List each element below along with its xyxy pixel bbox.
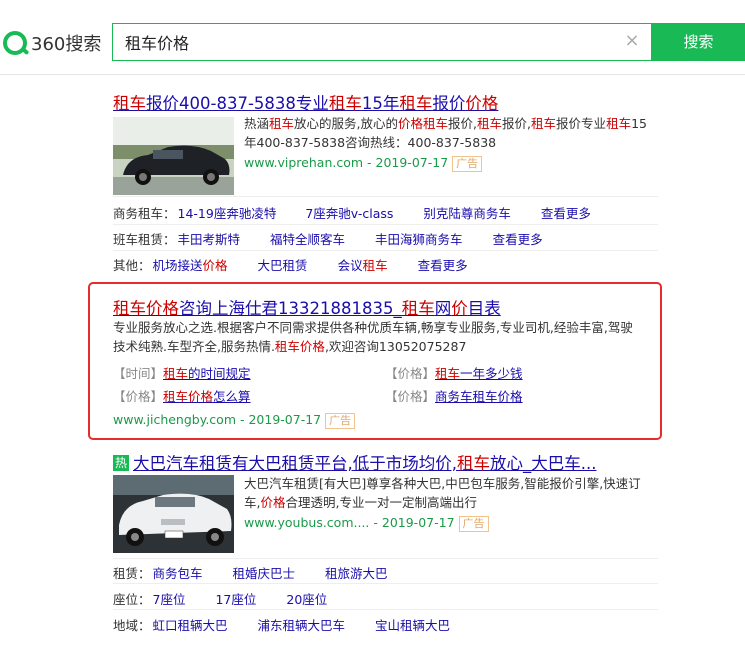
divider bbox=[113, 558, 658, 559]
logo-text: 360搜索 bbox=[31, 34, 102, 55]
sublink[interactable]: 7座奔驰v-class bbox=[305, 206, 393, 221]
sublink[interactable]: 别克陆尊商务车 bbox=[423, 206, 511, 221]
result-1-sublinks-row: 其他： 机场接送价格 大巴租赁 会议租车 查看更多 bbox=[113, 258, 468, 273]
result-2-subitem[interactable]: 【价格】商务车租车价格 bbox=[385, 387, 523, 406]
more-link[interactable]: 查看更多 bbox=[418, 258, 468, 273]
divider bbox=[113, 609, 658, 610]
result-2-subitem[interactable]: 【价格】租车一年多少钱 bbox=[385, 364, 523, 383]
divider bbox=[113, 583, 658, 584]
search-input[interactable] bbox=[125, 24, 625, 60]
result-3-date: 2019-07-17 bbox=[381, 515, 455, 530]
sublink[interactable]: 租婚庆巴士 bbox=[233, 566, 296, 581]
result-1-url[interactable]: www.viprehan.com bbox=[244, 155, 363, 170]
sublink[interactable]: 机场接送价格 bbox=[153, 258, 228, 273]
sublink[interactable]: 商务包车 bbox=[153, 566, 203, 581]
result-2-meta: www.jichengby.com - 2019-07-17 广告 bbox=[113, 410, 356, 429]
result-3-title[interactable]: 热大巴汽车租赁有大巴租赁平台,低于市场均价,租车放心_大巴车... bbox=[113, 450, 597, 474]
result-3-sublinks-row: 地域： 虹口租辆大巴 浦东租辆大巴车 宝山租辆大巴 bbox=[113, 618, 451, 633]
more-link[interactable]: 查看更多 bbox=[541, 206, 591, 221]
search-button[interactable]: 搜索 bbox=[652, 23, 745, 61]
result-2-date: 2019-07-17 bbox=[248, 412, 322, 427]
sublink[interactable]: 会议租车 bbox=[338, 258, 388, 273]
site-logo[interactable]: 360搜索 bbox=[3, 28, 101, 58]
result-3-description: 大巴汽车租赁[有大巴]尊享各种大巴,中巴包车服务,智能报价引擎,快速订 车,价格… bbox=[244, 476, 641, 510]
result-3-url[interactable]: www.youbus.com.... bbox=[244, 515, 369, 530]
search-header: 360搜索 × 搜索 bbox=[0, 0, 745, 75]
result-1-sublinks-row: 商务租车： 14-19座奔驰凌特 7座奔驰v-class 别克陆尊商务车 查看更多 bbox=[113, 206, 591, 221]
result-3-meta: www.youbus.com.... - 2019-07-17 广告 bbox=[244, 513, 489, 532]
result-1-title[interactable]: 租车报价400-837-5838专业租车15年租车报价价格 bbox=[113, 90, 498, 114]
divider bbox=[113, 224, 658, 225]
sublink[interactable]: 福特全顺客车 bbox=[270, 232, 345, 247]
sublink[interactable]: 14-19座奔驰凌特 bbox=[178, 206, 277, 221]
result-1-date: 2019-07-17 bbox=[375, 155, 449, 170]
result-1-meta: www.viprehan.com - 2019-07-17 广告 bbox=[244, 153, 483, 172]
result-2-subitem[interactable]: 【时间】租车的时间规定 bbox=[113, 364, 251, 383]
result-3-sublinks-row: 座位： 7座位 17座位 20座位 bbox=[113, 592, 328, 607]
result-1-sublinks-row: 班车租赁： 丰田考斯特 福特全顺客车 丰田海狮商务车 查看更多 bbox=[113, 232, 543, 247]
result-1-thumbnail[interactable] bbox=[113, 117, 234, 195]
result-1-description: 热涵租车放心的服务,放心的价格租车报价,租车报价,租车报价专业租车15年400-… bbox=[244, 116, 647, 150]
sublink[interactable]: 丰田海狮商务车 bbox=[375, 232, 463, 247]
result-2-subitem[interactable]: 【价格】租车价格怎么算 bbox=[113, 387, 251, 406]
divider bbox=[113, 196, 658, 197]
sublink[interactable]: 丰田考斯特 bbox=[178, 232, 241, 247]
sublink[interactable]: 大巴租赁 bbox=[258, 258, 308, 273]
ad-badge: 广告 bbox=[452, 155, 483, 172]
result-2-description: 专业服务放心之选.根据客户不同需求提供各种优质车辆,畅享专业服务,专业司机,经验… bbox=[113, 320, 633, 354]
sublink[interactable]: 17座位 bbox=[215, 592, 256, 607]
divider bbox=[113, 250, 658, 251]
result-3-sublinks-row: 租赁： 商务包车 租婚庆巴士 租旅游大巴 bbox=[113, 566, 388, 581]
sublink[interactable]: 7座位 bbox=[153, 592, 186, 607]
result-2-title[interactable]: 租车价格咨询上海仕君13321881835_租车网价目表 bbox=[113, 295, 501, 319]
logo-icon bbox=[3, 31, 27, 55]
more-link[interactable]: 查看更多 bbox=[493, 232, 543, 247]
ad-badge: 广告 bbox=[325, 412, 356, 429]
sublink[interactable]: 20座位 bbox=[286, 592, 327, 607]
hot-badge-icon: 热 bbox=[113, 455, 129, 471]
result-2-url[interactable]: www.jichengby.com bbox=[113, 412, 236, 427]
sublink[interactable]: 宝山租辆大巴 bbox=[375, 618, 450, 633]
sublink[interactable]: 虹口租辆大巴 bbox=[153, 618, 228, 633]
search-box: × bbox=[112, 23, 652, 61]
ad-badge: 广告 bbox=[458, 515, 489, 532]
clear-icon[interactable]: × bbox=[623, 32, 641, 50]
sublink[interactable]: 租旅游大巴 bbox=[325, 566, 388, 581]
result-3-thumbnail[interactable] bbox=[113, 475, 234, 553]
sublink[interactable]: 浦东租辆大巴车 bbox=[258, 618, 346, 633]
